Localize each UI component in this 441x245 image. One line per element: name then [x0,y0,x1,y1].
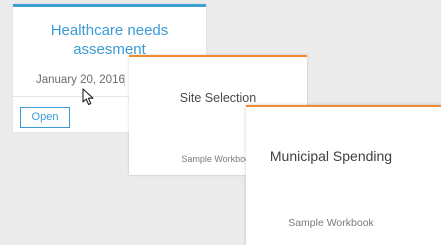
arrow-cursor-icon [82,88,94,106]
card-date-separator [124,74,125,86]
open-button[interactable]: Open [20,107,70,128]
workbook-card-municipal-spending[interactable]: Municipal Spending Sample Workbook [246,105,441,245]
card-title: Site Selection [179,91,257,105]
card-subtitle: Sample Workbook [288,217,374,229]
card-title: Healthcare needs assesment [50,22,169,58]
card-date: January 20, 2016 [36,74,125,86]
card-title: Municipal Spending [269,148,393,164]
